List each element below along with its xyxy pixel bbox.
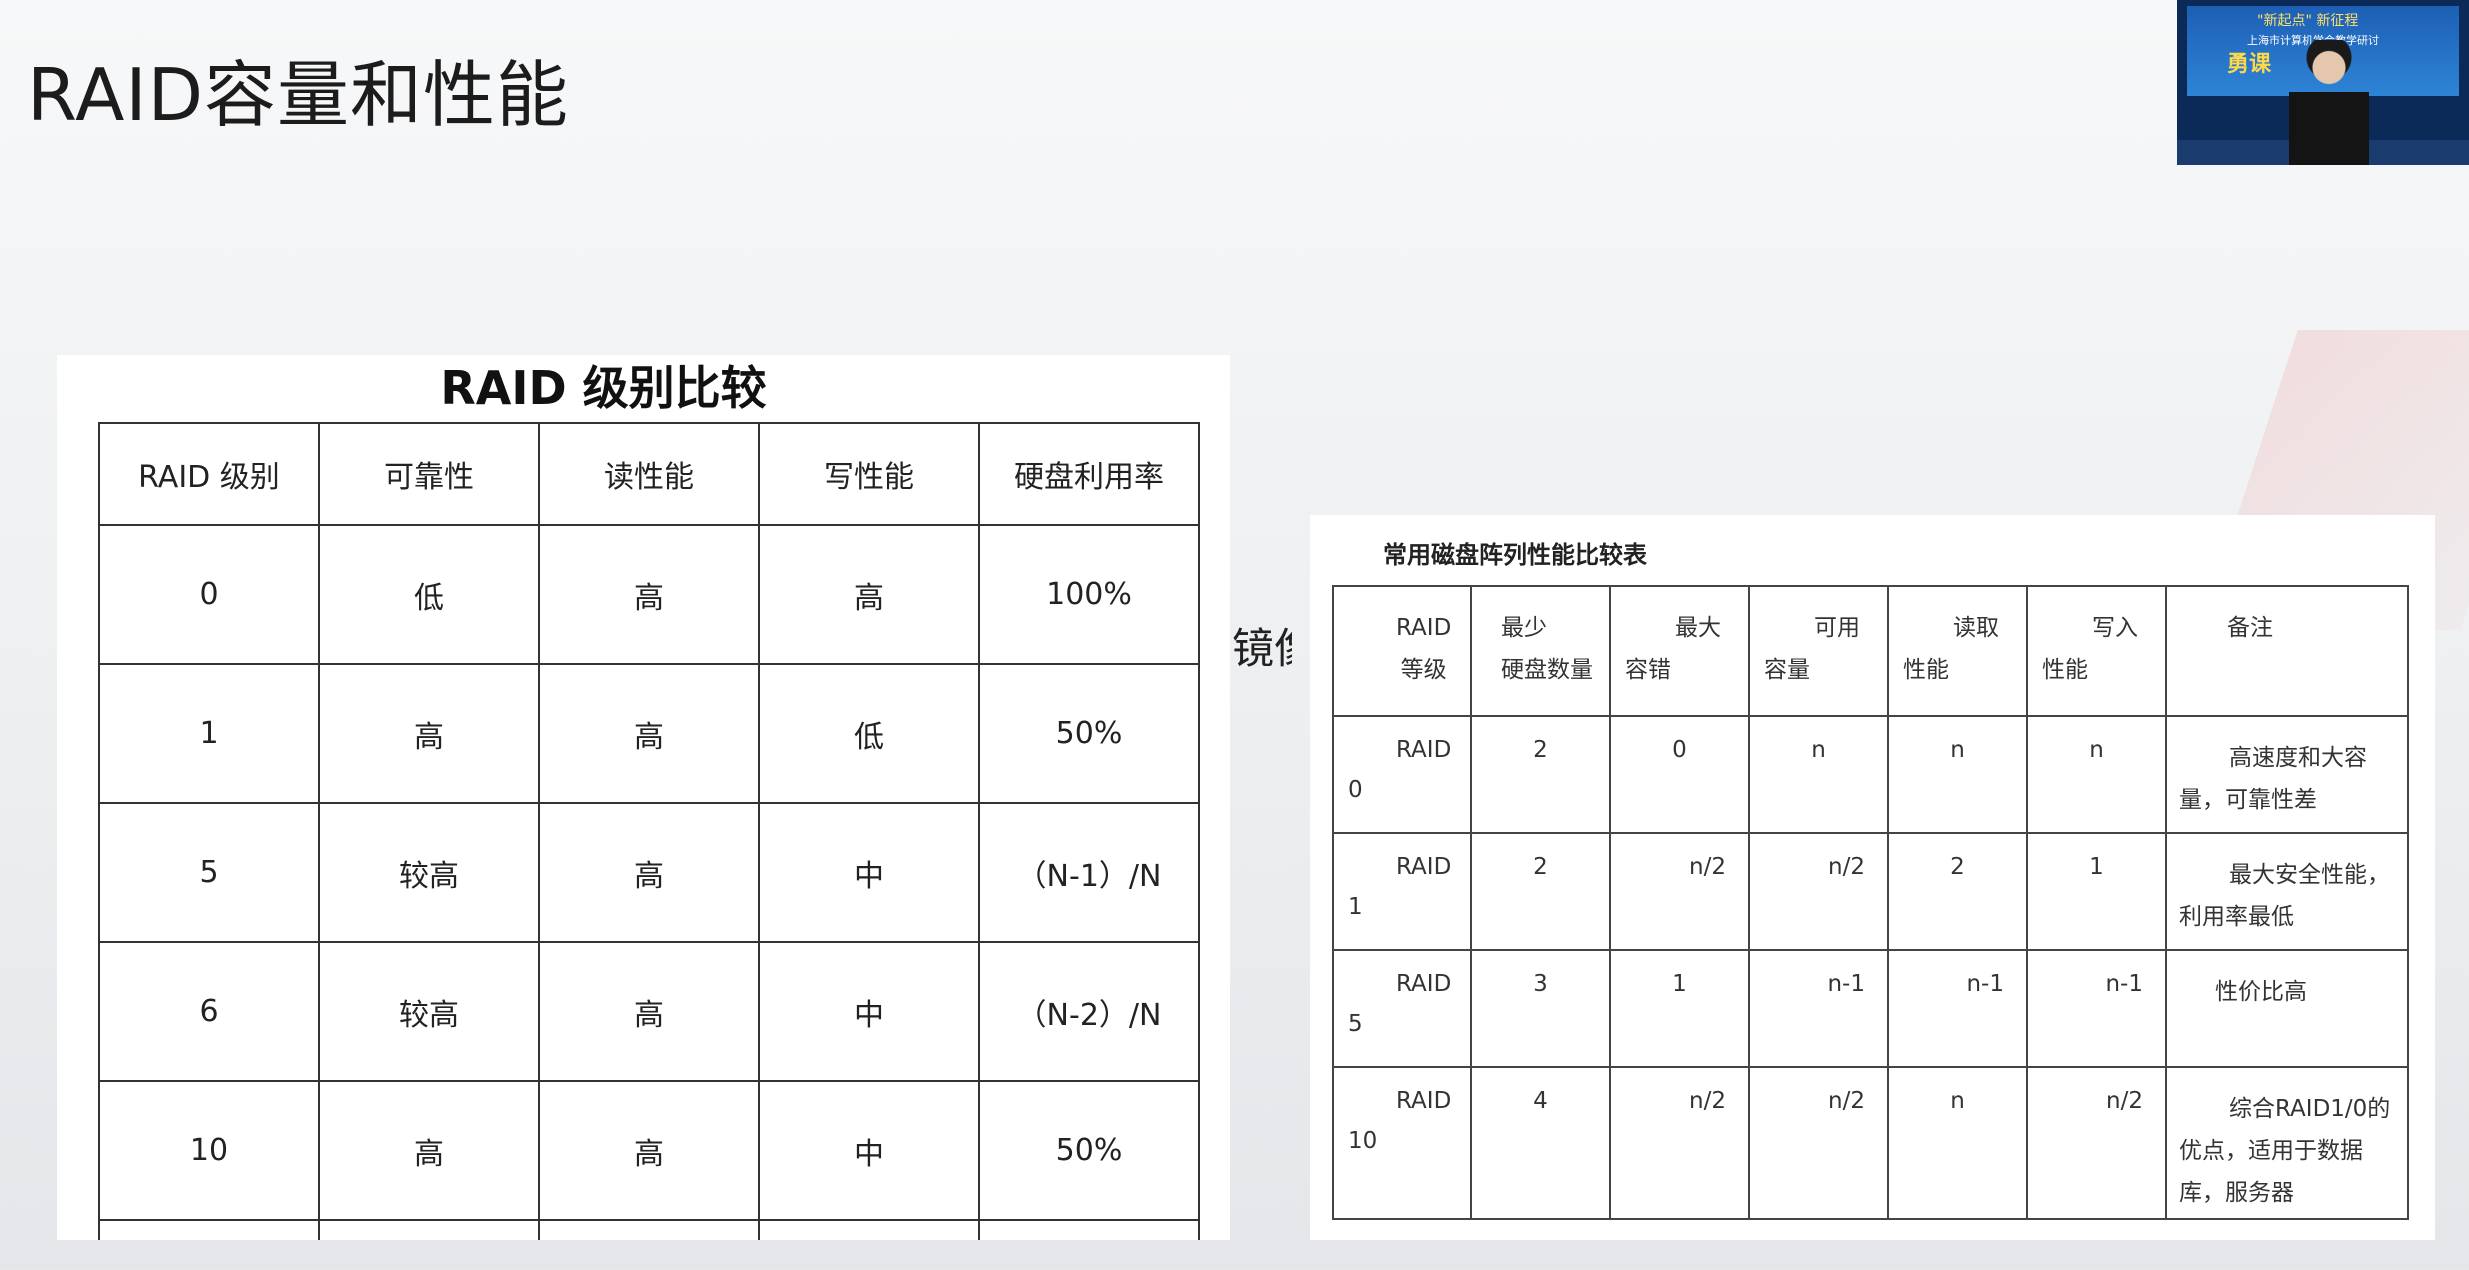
table-row: RAID 10 4 n/2 n/2 n n/2 综合RAID1/0的优点，适用于… <box>1332 1066 2409 1220</box>
table-cell: 高 <box>538 524 760 665</box>
slide-title: RAID容量和性能 <box>27 53 570 137</box>
table-cell: 高 <box>758 524 980 665</box>
note-cell: 高速度和大容量，可靠性差 <box>2165 715 2409 834</box>
raid-level-comparison-panel: RAID 级别比较 RAID 级别 可靠性 读性能 写性能 硬盘利用率 0 低 … <box>57 355 1230 1240</box>
level-cell: RAID 10 <box>1332 1066 1472 1220</box>
header-cell-level: RAID 等级 <box>1332 585 1472 717</box>
header-cell: 写性能 <box>758 422 980 526</box>
table-cell: 1 <box>2026 832 2167 951</box>
table-cell: n/2 <box>1748 1066 1889 1220</box>
table-row: RAID 1 2 n/2 n/2 2 1 最大安全性能，利用率最低 <box>1332 832 2409 951</box>
table-cell: n/2 <box>2026 1066 2167 1220</box>
header-cell-read: 读取 性能 <box>1887 585 2028 717</box>
table-cell: 较高 <box>318 802 540 943</box>
presenter-camera-thumbnail[interactable]: "新起点" 新征程 上海市计算机学会教学研讨 勇课 <box>2177 0 2469 165</box>
table-row: 1 高 高 低 50% <box>98 663 1200 804</box>
table-row: 5 较高 高 中 （N-1）/N <box>98 802 1200 943</box>
header-cell-note: 备注 <box>2165 585 2409 717</box>
header-cell: 硬盘利用率 <box>978 422 1200 526</box>
table-row-cutoff <box>98 1219 1200 1240</box>
level-cell: RAID 5 <box>1332 949 1472 1068</box>
table-cell: n <box>1748 715 1889 834</box>
table-cell: （N-1）/N <box>978 802 1200 943</box>
table-row: RAID 0 2 0 n n n 高速度和大容量，可靠性差 <box>1332 715 2409 834</box>
table-cell: 高 <box>318 1080 540 1221</box>
disk-array-performance-panel: 常用磁盘阵列性能比较表 RAID 等级 最少 硬盘数量 最大 容错 可用 容量 … <box>1310 515 2435 1240</box>
table-cell: n-1 <box>1887 949 2028 1068</box>
table-cell: n/2 <box>1748 832 1889 951</box>
table-cell: 2 <box>1887 832 2028 951</box>
level-cell: RAID 0 <box>1332 715 1472 834</box>
table-cell: 100% <box>978 524 1200 665</box>
table-cell: 1 <box>98 663 320 804</box>
table-cell: 3 <box>1470 949 1611 1068</box>
header-cell-write: 写入 性能 <box>2026 585 2167 717</box>
table-row: 6 较高 高 中 （N-2）/N <box>98 941 1200 1082</box>
table-cell: 高 <box>538 1080 760 1221</box>
left-table-title: RAID 级别比较 <box>440 361 767 415</box>
table-cell: 高 <box>318 663 540 804</box>
disk-array-performance-table: RAID 等级 最少 硬盘数量 最大 容错 可用 容量 读取 性能 写入 性能 … <box>1332 585 2409 1220</box>
partially-hidden-text: 镜像 <box>1232 624 1292 673</box>
table-cell: n <box>2026 715 2167 834</box>
header-cell: RAID 级别 <box>98 422 320 526</box>
table-row: RAID 5 3 1 n-1 n-1 n-1 性价比高 <box>1332 949 2409 1068</box>
header-cell-fault-tolerance: 最大 容错 <box>1609 585 1750 717</box>
header-cell: 可靠性 <box>318 422 540 526</box>
table-cell: 高 <box>538 941 760 1082</box>
level-cell: RAID 1 <box>1332 832 1472 951</box>
table-cell: 中 <box>758 1080 980 1221</box>
table-cell: 0 <box>1609 715 1750 834</box>
table-cell: n/2 <box>1609 1066 1750 1220</box>
table-cell: 50% <box>978 1080 1200 1221</box>
table-cell: n-1 <box>2026 949 2167 1068</box>
table-cell: 高 <box>538 663 760 804</box>
table-cell: 中 <box>758 941 980 1082</box>
table-cell: 中 <box>758 802 980 943</box>
table-header-row: RAID 等级 最少 硬盘数量 最大 容错 可用 容量 读取 性能 写入 性能 … <box>1332 585 2409 717</box>
right-table-title: 常用磁盘阵列性能比较表 <box>1383 541 1647 569</box>
table-cell: 50% <box>978 663 1200 804</box>
table-cell: 4 <box>1470 1066 1611 1220</box>
table-row: 10 高 高 中 50% <box>98 1080 1200 1221</box>
table-cell: 低 <box>318 524 540 665</box>
camera-logo: 勇课 <box>2227 52 2272 77</box>
camera-banner-line1: "新起点" 新征程 <box>2257 13 2359 29</box>
header-cell: 读性能 <box>538 422 760 526</box>
note-cell: 最大安全性能，利用率最低 <box>2165 832 2409 951</box>
table-cell: n-1 <box>1748 949 1889 1068</box>
table-cell: n/2 <box>1609 832 1750 951</box>
presenter-figure <box>2289 40 2369 165</box>
table-cell: 2 <box>1470 715 1611 834</box>
table-cell: n <box>1887 1066 2028 1220</box>
note-cell: 性价比高 <box>2165 949 2409 1068</box>
table-cell: 5 <box>98 802 320 943</box>
table-cell: 6 <box>98 941 320 1082</box>
table-cell: 2 <box>1470 832 1611 951</box>
table-header-row: RAID 级别 可靠性 读性能 写性能 硬盘利用率 <box>98 422 1200 526</box>
table-cell: n <box>1887 715 2028 834</box>
raid-level-comparison-table: RAID 级别 可靠性 读性能 写性能 硬盘利用率 0 低 高 高 100% 1… <box>98 422 1200 1240</box>
header-cell-capacity: 可用 容量 <box>1748 585 1889 717</box>
table-cell: 10 <box>98 1080 320 1221</box>
header-cell-min-disks: 最少 硬盘数量 <box>1470 585 1611 717</box>
table-cell: 0 <box>98 524 320 665</box>
table-cell: 1 <box>1609 949 1750 1068</box>
note-cell: 综合RAID1/0的优点，适用于数据库，服务器 <box>2165 1066 2409 1220</box>
table-cell: （N-2）/N <box>978 941 1200 1082</box>
table-cell: 低 <box>758 663 980 804</box>
table-cell: 较高 <box>318 941 540 1082</box>
table-row: 0 低 高 高 100% <box>98 524 1200 665</box>
table-cell: 高 <box>538 802 760 943</box>
